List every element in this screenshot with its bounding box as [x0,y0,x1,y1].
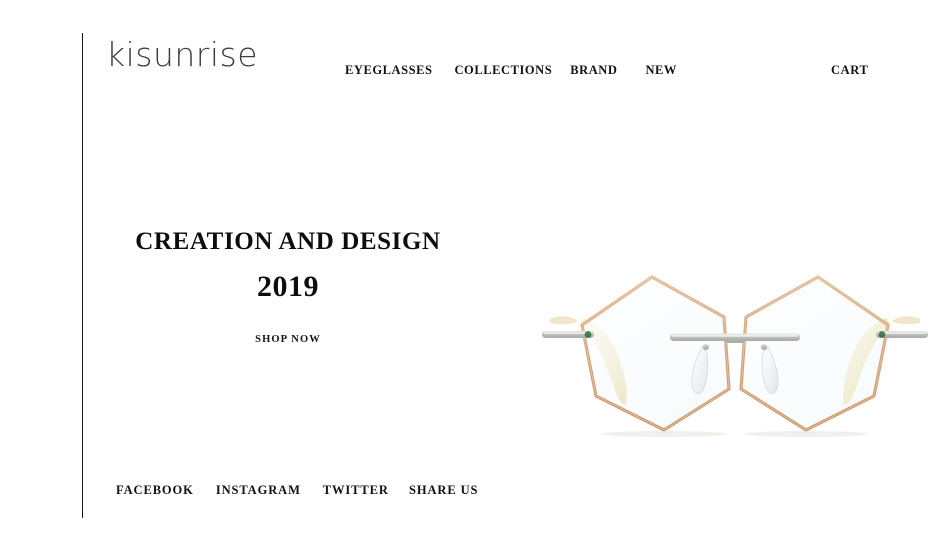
social-link-facebook[interactable]: FACEBOOK [116,483,194,498]
social-link-instagram[interactable]: INSTAGRAM [216,483,301,498]
lenses [582,277,888,430]
hinge-accent-dot [584,331,592,338]
site-footer: FACEBOOK INSTAGRAM TWITTER SHARE US [0,470,950,520]
share-us-link[interactable]: SHARE US [409,483,478,498]
nav-item-eyeglasses[interactable]: EYEGLASSES [345,63,432,78]
social-link-twitter[interactable]: TWITTER [323,483,389,498]
shop-now-button[interactable]: SHOP NOW [255,334,321,345]
hero-product-image [520,255,950,445]
brand-logo[interactable]: kisunrise [106,38,258,71]
hero-year: 2019 [257,269,319,303]
page-root: kisunrise EYEGLASSES COLLECTIONS BRAND N… [0,0,950,553]
temple-arms [580,318,890,405]
nav-item-collections[interactable]: COLLECTIONS [454,63,552,78]
nav-item-brand[interactable]: BRAND [570,63,617,78]
hero-section: CREATION AND DESIGN 2019 SHOP NOW [118,228,458,347]
bridge [670,333,800,343]
social-links: FACEBOOK INSTAGRAM TWITTER [116,483,389,498]
hero-headline: CREATION AND DESIGN [135,228,441,255]
nose-pads [691,343,779,394]
main-navigation: EYEGLASSES COLLECTIONS BRAND NEW [345,63,677,78]
frame-rims-highlight [581,276,889,431]
eyeglasses-illustration [542,275,928,437]
hinges [542,316,928,338]
cart-link[interactable]: CART [831,63,868,78]
site-header: kisunrise EYEGLASSES COLLECTIONS BRAND N… [0,0,950,110]
nav-item-new[interactable]: NEW [645,63,677,78]
frame-rims [580,275,890,432]
